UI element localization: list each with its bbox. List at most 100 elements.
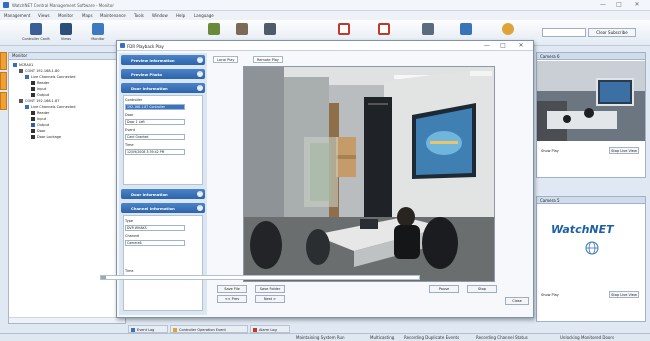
menu-tools[interactable]: Tools: [134, 13, 144, 18]
dialog-close-button[interactable]: ✕: [515, 42, 527, 50]
type-field[interactable]: DVR WHAKS: [125, 225, 185, 231]
menu-management[interactable]: Management: [4, 13, 30, 18]
channel-icon: [25, 105, 29, 109]
accordion-door-information-2[interactable]: Door Information ˅: [121, 189, 205, 199]
tree-item[interactable]: Live Channels Connected: [25, 105, 75, 109]
vtab-2[interactable]: [0, 72, 7, 90]
tab-remote-play[interactable]: Remote Play: [253, 56, 283, 63]
accordion-preview-photo[interactable]: Preview Photo ˅: [121, 69, 205, 79]
tree-item[interactable]: Output: [31, 93, 49, 97]
maximize-button[interactable]: □: [612, 1, 626, 9]
dialog-maximize-button[interactable]: □: [497, 42, 509, 50]
tab-alarm-log[interactable]: Alarm Log: [250, 325, 290, 333]
time-field[interactable]: 12/09/2008 3:39:42 PM: [125, 149, 185, 155]
tree-item[interactable]: Door: [31, 129, 45, 133]
tree-item[interactable]: Output: [31, 123, 49, 127]
tree-item[interactable]: NCRA01: [13, 63, 33, 67]
tree-item[interactable]: CONT 192.168.1.87: [19, 99, 59, 103]
save-file-button[interactable]: Save File: [217, 285, 247, 293]
menu-maintenance[interactable]: Maintenance: [100, 13, 126, 18]
close-button[interactable]: ✕: [630, 1, 644, 9]
clear-subscribe-button[interactable]: Clear Subscribe: [588, 28, 636, 37]
dialog-title: FDR Playback Play: [127, 44, 164, 49]
chevron-down-icon: ˅: [197, 71, 203, 77]
controller-label: Controller: [125, 98, 143, 102]
tab-event-log[interactable]: Event Log: [128, 325, 168, 333]
log-tabs: Event Log Controller Operation Event Ala…: [126, 324, 426, 333]
stop-button[interactable]: Stop: [467, 285, 497, 293]
tree-item-label: Reader: [37, 81, 50, 85]
menu-language[interactable]: Language: [194, 13, 214, 18]
pause-button[interactable]: Pause: [429, 285, 459, 293]
vtab-3[interactable]: [0, 92, 7, 110]
tree-item[interactable]: Input: [31, 87, 46, 91]
left-vertical-tabs: [0, 52, 7, 112]
progress-slider-handle[interactable]: [101, 276, 106, 279]
controller-field[interactable]: 192.168.1.87 Controller: [125, 104, 185, 110]
input-icon: [31, 117, 35, 121]
stop-live-view-button[interactable]: Stop Live View: [609, 291, 639, 298]
status-bar: Maintaining System Run Multicasting Reco…: [0, 333, 650, 341]
playback-progress-slider[interactable]: [100, 275, 420, 280]
toolbar-controller-config-button[interactable]: Controller Configuration: [22, 22, 50, 44]
dialog-minimize-button[interactable]: —: [481, 42, 493, 50]
stop-live-view-button[interactable]: Stop Live View: [609, 147, 639, 154]
chevron-down-icon: ˅: [197, 57, 203, 63]
tab-controller-operation-event[interactable]: Controller Operation Event: [170, 325, 248, 333]
camera-panel-header: Camera 5: [537, 197, 645, 204]
tree-item[interactable]: Reader: [31, 81, 49, 85]
toolbar-views-button[interactable]: Views: [52, 22, 80, 44]
tools-icon: [422, 23, 434, 35]
accordion-door-information[interactable]: Door Information ˄: [121, 83, 205, 93]
menu-help[interactable]: Help: [176, 13, 185, 18]
tree-horizontal-scrollbar[interactable]: [9, 317, 125, 323]
event-field[interactable]: Card Granted: [125, 134, 185, 140]
next-button[interactable]: Next >: [255, 295, 285, 303]
minimize-button[interactable]: —: [596, 1, 610, 9]
prev-button[interactable]: << Prev: [217, 295, 247, 303]
toolbar-label: Views: [60, 37, 72, 41]
menu-maps[interactable]: Maps: [82, 13, 93, 18]
event-log-icon: [131, 328, 135, 332]
accordion-preview-information[interactable]: Preview Information ˅: [121, 55, 205, 65]
tree-item[interactable]: Live Channels Connected: [25, 75, 75, 79]
dialog-close-text-button[interactable]: Close: [505, 297, 529, 305]
accordion-title: Preview Photo: [131, 72, 162, 77]
menu-window[interactable]: Window: [152, 13, 168, 18]
network-icon: [460, 23, 472, 35]
dialog-title-bar: FDR Playback Play — □ ✕: [117, 41, 533, 51]
toolbar-label: Monitor: [91, 37, 105, 41]
save-folder-button[interactable]: Save Folder: [255, 285, 285, 293]
status-item: Recording Channel Status: [476, 335, 528, 340]
tab-label: Controller Operation Event: [179, 328, 226, 332]
tree-item[interactable]: Door Lockage: [31, 135, 61, 139]
tree-item[interactable]: CONT 192.168.1.80: [19, 69, 59, 73]
tree-item[interactable]: Reader: [31, 111, 49, 115]
output-icon: [31, 93, 35, 97]
calendar-icon: [338, 23, 350, 35]
tree-item-label: Input: [37, 87, 47, 91]
vtab-1[interactable]: [0, 52, 7, 70]
reader-icon: [31, 81, 35, 85]
accordion-channel-information[interactable]: Channel Information ˄: [121, 203, 205, 213]
monitor-icon: [92, 23, 104, 35]
tab-local-play[interactable]: Local Play: [213, 56, 239, 63]
channel-field[interactable]: Camera6: [125, 240, 185, 246]
video-player[interactable]: [243, 66, 495, 282]
toolbar-monitor-button[interactable]: Monitor: [84, 22, 112, 44]
door-label: Door: [125, 113, 134, 117]
menu-views[interactable]: Views: [38, 13, 50, 18]
event-icon: [378, 23, 390, 35]
tree-item[interactable]: Input: [31, 117, 46, 121]
door-icon: [31, 129, 35, 133]
controller-icon: [19, 99, 23, 103]
app-icon: [3, 2, 9, 8]
menu-monitor[interactable]: Monitor: [58, 13, 73, 18]
show-play-label: Show Play: [541, 293, 559, 297]
controller-config-icon: [30, 23, 42, 35]
door-field[interactable]: Door 1 Left: [125, 119, 185, 125]
users-icon: [502, 23, 514, 35]
search-input[interactable]: [542, 28, 586, 37]
accordion-title: Door Information: [131, 86, 168, 91]
chevron-up-icon: ˄: [197, 205, 203, 211]
